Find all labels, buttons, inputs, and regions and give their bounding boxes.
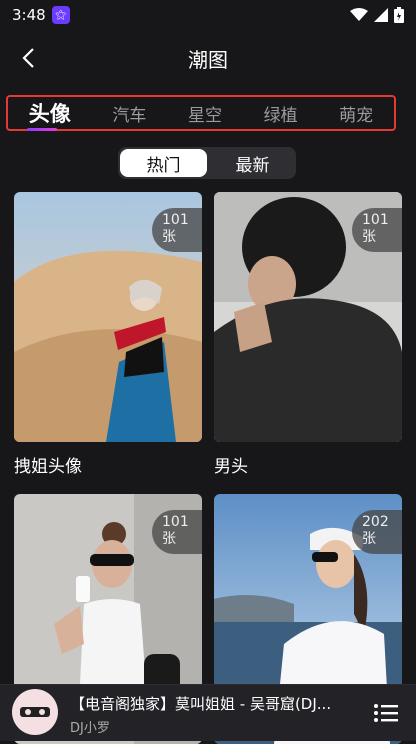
app-header: 潮图 [0, 38, 416, 80]
image-count-badge: 202 张 [352, 510, 402, 554]
album-cover-image[interactable]: 101 张 [214, 192, 402, 442]
segment-hot[interactable]: 热门 [120, 149, 207, 177]
battery-icon [394, 7, 404, 23]
image-count-badge: 101 张 [152, 208, 202, 252]
segment-new[interactable]: 最新 [209, 147, 296, 179]
count-number: 202 [362, 514, 389, 530]
count-number: 101 [162, 212, 189, 228]
artist-name: DJ小罗 [70, 721, 110, 736]
playlist-button[interactable] [372, 699, 400, 727]
sort-segment: 热门 最新 [118, 147, 296, 179]
count-unit: 张 [162, 229, 176, 245]
count-unit: 张 [162, 531, 176, 547]
tab-plants[interactable]: 绿植 [260, 101, 302, 126]
album-card[interactable]: 101 张 男头 [214, 192, 402, 477]
album-disc-icon[interactable] [12, 689, 58, 735]
page-title: 潮图 [188, 48, 228, 72]
wifi-icon [350, 8, 368, 21]
album-caption: 拽姐头像 [14, 457, 82, 477]
category-tabs: 头像 汽车 星空 绿植 萌宠 [6, 95, 396, 131]
image-count-badge: 101 张 [152, 510, 202, 554]
song-title: 【电音阁独家】莫叫姐姐 - 吴哥窟(DJ... [70, 695, 332, 713]
count-unit: 张 [362, 229, 376, 245]
app-notification-icon: ⚝ [51, 6, 70, 24]
album-cover-image[interactable]: 101 张 [14, 192, 202, 442]
status-bar: 3:48 ⚝ [0, 0, 416, 30]
album-caption: 男头 [214, 457, 248, 477]
tab-car[interactable]: 汽车 [108, 101, 150, 126]
playlist-icon [374, 704, 398, 722]
count-number: 101 [362, 212, 389, 228]
count-number: 101 [162, 514, 189, 530]
image-count-badge: 101 张 [352, 208, 402, 252]
tab-pets[interactable]: 萌宠 [335, 101, 377, 126]
signal-icon [374, 8, 388, 22]
mini-player[interactable]: 【电音阁独家】莫叫姐姐 - 吴哥窟(DJ... DJ小罗 [0, 684, 416, 741]
tab-avatar[interactable]: 头像 [25, 98, 75, 131]
album-card[interactable]: 101 张 拽姐头像 [14, 192, 202, 477]
count-unit: 张 [362, 531, 376, 547]
tab-starry-sky[interactable]: 星空 [184, 101, 226, 126]
status-time: 3:48 [12, 6, 46, 24]
